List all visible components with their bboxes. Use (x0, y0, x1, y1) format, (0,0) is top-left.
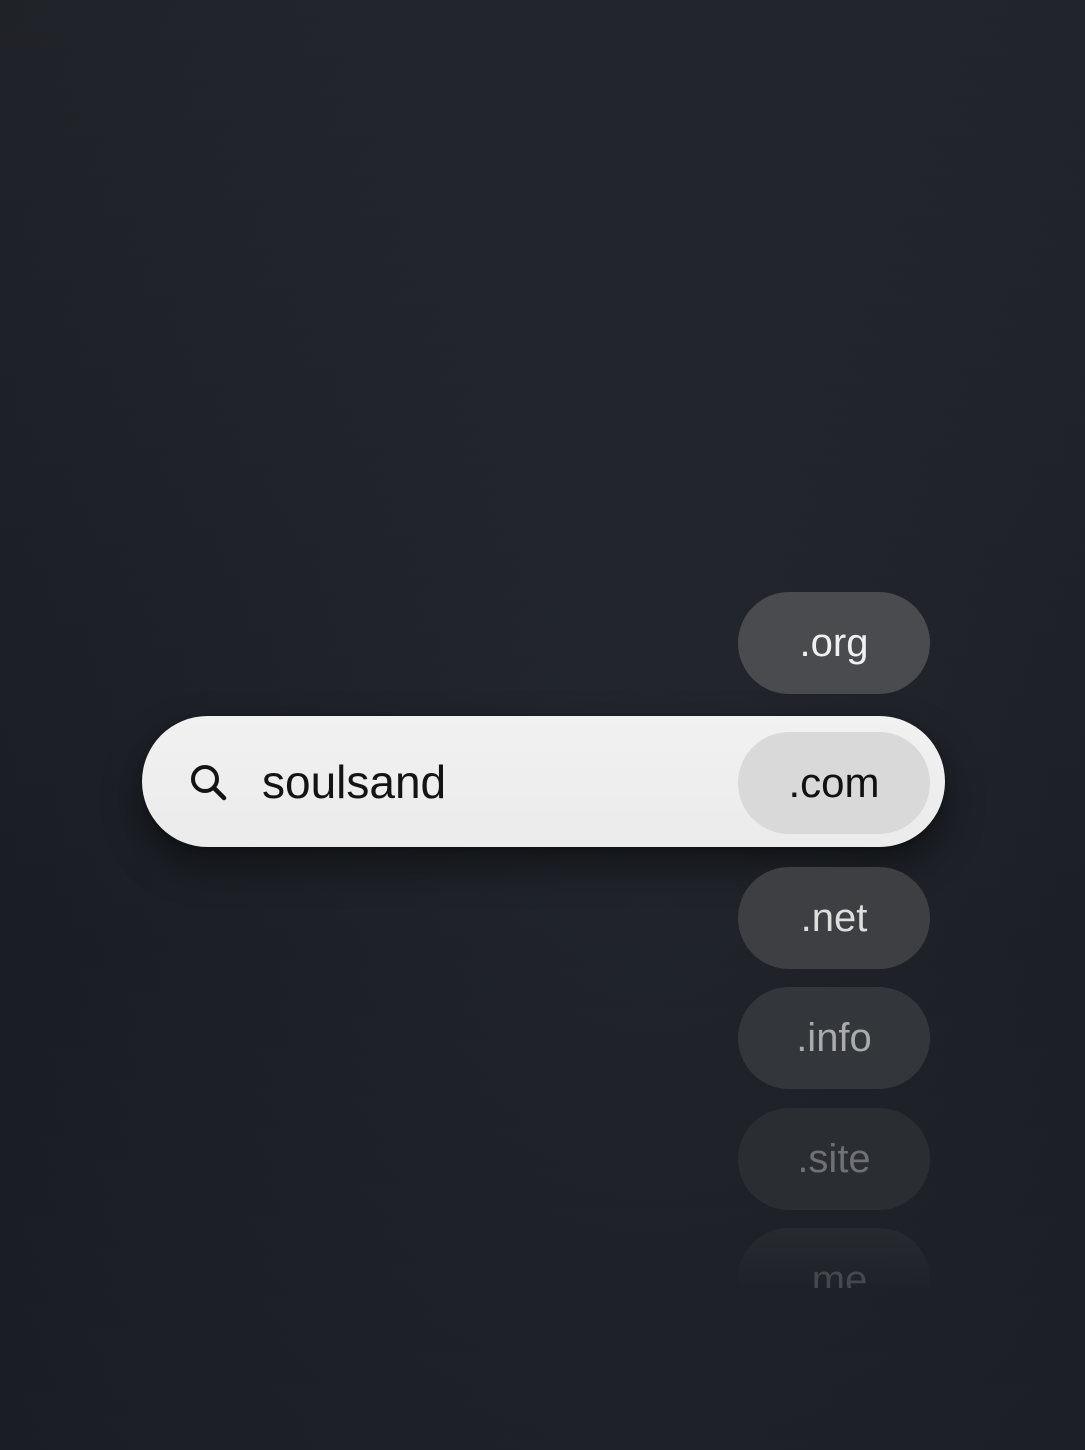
tld-option-net[interactable]: .net (738, 867, 930, 969)
tld-selector-selected[interactable]: .com (738, 732, 930, 834)
tld-option-org[interactable]: .org (738, 592, 930, 694)
tld-option-label: .org (799, 620, 869, 665)
tld-selected-label: .com (788, 759, 880, 806)
tld-option-label: .net (800, 895, 868, 940)
tld-option-label: .info (796, 1015, 872, 1060)
search-icon (191, 765, 227, 801)
tld-option-label: .site (797, 1136, 871, 1181)
tld-option-me[interactable]: .me (738, 1228, 930, 1288)
tld-option-label: .me (800, 1258, 868, 1288)
tld-option-info[interactable]: .info (738, 987, 930, 1089)
domain-search-input[interactable] (262, 752, 702, 812)
tld-option-site[interactable]: .site (738, 1108, 930, 1210)
